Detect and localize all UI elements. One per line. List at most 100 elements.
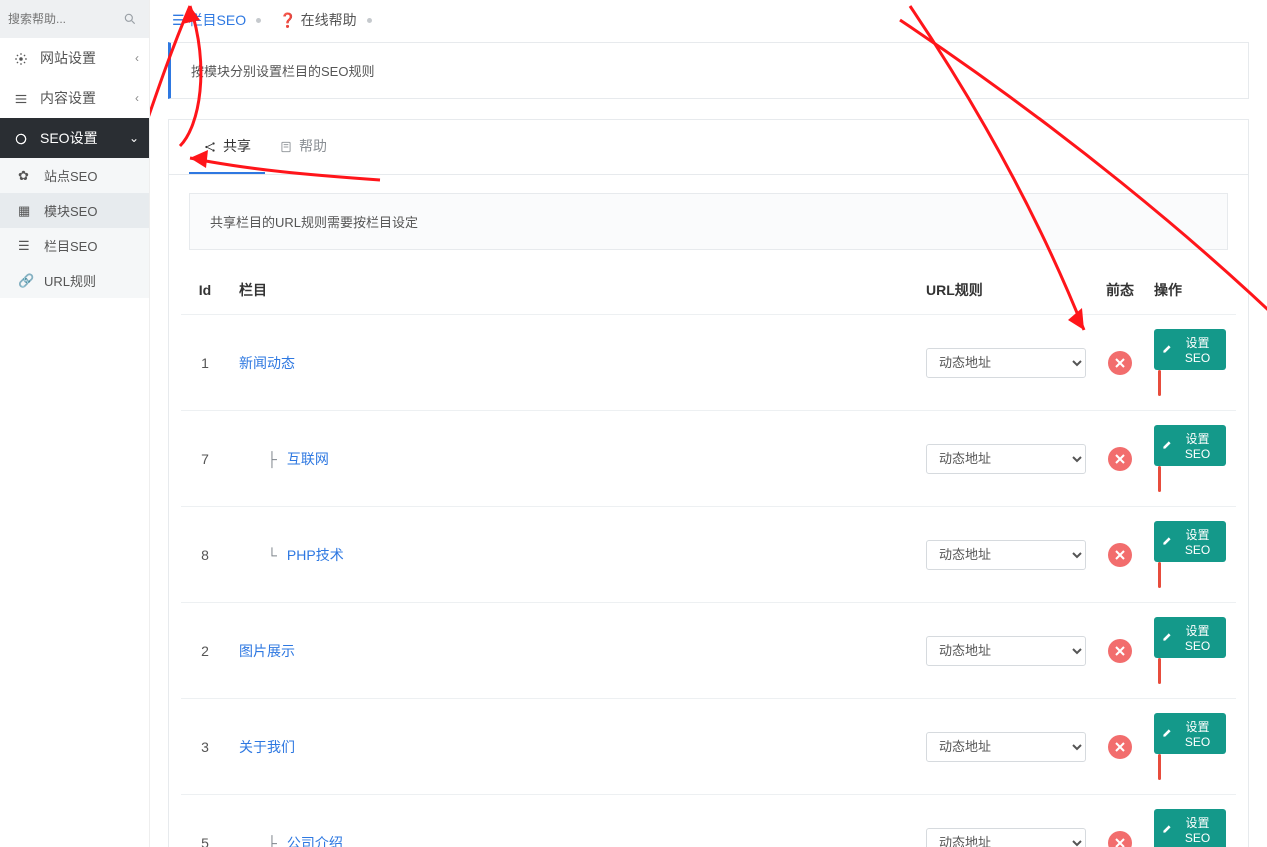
- grid-icon: ▦: [18, 203, 36, 219]
- subnav-url-rule[interactable]: 🔗 URL规则: [0, 263, 149, 298]
- sidebar-search: [0, 0, 149, 38]
- op-extra-indicator: [1158, 562, 1161, 588]
- cell-status: [1096, 411, 1144, 507]
- column-link[interactable]: 关于我们: [239, 739, 295, 755]
- content-card: 共享 帮助 共享栏目的URL规则需要按栏目设定 Id 栏目: [168, 119, 1249, 847]
- column-link[interactable]: PHP技术: [287, 547, 344, 563]
- set-seo-button[interactable]: 设置SEO: [1154, 809, 1226, 847]
- sidebar: 网站设置 ‹ 内容设置 ‹ SEO设置 ⌄ ✿ 站点SEO: [0, 0, 150, 847]
- tabs: 共享 帮助: [169, 120, 1248, 175]
- cell-status: [1096, 795, 1144, 847]
- url-rule-select[interactable]: 动态地址: [926, 636, 1086, 666]
- status-toggle[interactable]: [1108, 735, 1132, 759]
- cell-op: 设置SEO: [1144, 699, 1236, 795]
- nav-item-seo[interactable]: SEO设置 ⌄: [0, 118, 149, 158]
- tree-branch-icon: └: [267, 547, 277, 563]
- table-row: 3关于我们动态地址设置SEO: [181, 699, 1236, 795]
- edit-icon: [1162, 439, 1173, 453]
- panel-note-text: 共享栏目的URL规则需要按栏目设定: [210, 215, 418, 230]
- table-row: 7├互联网动态地址设置SEO: [181, 411, 1236, 507]
- cell-url-rule: 动态地址: [916, 315, 1096, 411]
- button-label: 设置SEO: [1177, 814, 1218, 845]
- set-seo-button[interactable]: 设置SEO: [1154, 617, 1226, 658]
- tab-share[interactable]: 共享: [189, 120, 265, 174]
- column-link[interactable]: 公司介绍: [287, 835, 343, 847]
- cell-op: 设置SEO: [1144, 603, 1236, 699]
- question-icon: ❓: [279, 12, 296, 29]
- tab-help[interactable]: 帮助: [265, 120, 341, 174]
- cell-url-rule: 动态地址: [916, 411, 1096, 507]
- crumb-dot: [367, 18, 372, 23]
- url-rule-select[interactable]: 动态地址: [926, 828, 1086, 847]
- crumb-dot: [256, 18, 261, 23]
- column-link[interactable]: 新闻动态: [239, 355, 295, 371]
- button-label: 设置SEO: [1177, 622, 1218, 653]
- cell-status: [1096, 603, 1144, 699]
- table-row: 5├公司介绍动态地址设置SEO: [181, 795, 1236, 847]
- ie-icon: [12, 130, 30, 146]
- subnav-label: 站点SEO: [44, 166, 97, 185]
- set-seo-button[interactable]: 设置SEO: [1154, 329, 1226, 370]
- cell-op: 设置SEO: [1144, 507, 1236, 603]
- nav-item-site[interactable]: 网站设置 ‹: [0, 38, 149, 78]
- button-label: 设置SEO: [1177, 334, 1218, 365]
- cell-status: [1096, 699, 1144, 795]
- subnav-module-seo[interactable]: ▦ 模块SEO: [0, 193, 149, 228]
- cell-id: 2: [181, 603, 229, 699]
- status-toggle[interactable]: [1108, 639, 1132, 663]
- op-extra-indicator: [1158, 754, 1161, 780]
- cell-url-rule: 动态地址: [916, 795, 1096, 847]
- set-seo-button[interactable]: 设置SEO: [1154, 425, 1226, 466]
- crumb-column-seo[interactable]: ☰ 栏目SEO: [172, 10, 246, 30]
- gear-icon: ✿: [18, 168, 36, 184]
- nav-item-label: SEO设置: [40, 128, 98, 148]
- th-id: Id: [181, 266, 229, 315]
- crumb-help[interactable]: ❓ 在线帮助: [279, 10, 356, 30]
- nav-item-label: 网站设置: [40, 48, 96, 68]
- url-rule-select[interactable]: 动态地址: [926, 732, 1086, 762]
- cell-id: 1: [181, 315, 229, 411]
- nav-item-content[interactable]: 内容设置 ‹: [0, 78, 149, 118]
- panel-note: 共享栏目的URL规则需要按栏目设定: [189, 193, 1228, 250]
- th-op: 操作: [1144, 266, 1236, 315]
- edit-icon: [1162, 823, 1173, 837]
- cell-id: 8: [181, 507, 229, 603]
- status-toggle[interactable]: [1108, 543, 1132, 567]
- status-toggle[interactable]: [1108, 447, 1132, 471]
- cell-column: └ PHP技术: [229, 507, 916, 603]
- subnav-site-seo[interactable]: ✿ 站点SEO: [0, 158, 149, 193]
- edit-icon: [1162, 631, 1173, 645]
- cell-column: 新闻动态: [229, 315, 916, 411]
- cell-op: 设置SEO: [1144, 795, 1236, 847]
- button-label: 设置SEO: [1177, 526, 1218, 557]
- crumb-label: 栏目SEO: [189, 10, 247, 30]
- url-rule-select[interactable]: 动态地址: [926, 540, 1086, 570]
- search-input[interactable]: [8, 6, 141, 32]
- edit-icon: [1162, 727, 1173, 741]
- edit-icon: [1162, 535, 1173, 549]
- link-icon: 🔗: [18, 273, 36, 289]
- subnav-column-seo[interactable]: ☰ 栏目SEO: [0, 228, 149, 263]
- info-alert: 按模块分别设置栏目的SEO规则: [168, 42, 1249, 99]
- cell-column: 关于我们: [229, 699, 916, 795]
- status-toggle[interactable]: [1108, 831, 1132, 847]
- url-rule-select[interactable]: 动态地址: [926, 444, 1086, 474]
- chevron-left-icon: ‹: [135, 91, 139, 105]
- alert-text: 按模块分别设置栏目的SEO规则: [191, 64, 374, 79]
- th-url: URL规则: [916, 266, 1096, 315]
- edit-icon: [1162, 343, 1173, 357]
- set-seo-button[interactable]: 设置SEO: [1154, 713, 1226, 754]
- chevron-left-icon: ‹: [135, 51, 139, 65]
- status-toggle[interactable]: [1108, 351, 1132, 375]
- column-link[interactable]: 图片展示: [239, 643, 295, 659]
- cell-status: [1096, 507, 1144, 603]
- subnav-label: URL规则: [44, 271, 96, 290]
- tree-branch-icon: ├: [267, 451, 277, 467]
- table-wrap: Id 栏目 URL规则 前态 操作 1新闻动态动态地址设置SEO7├互联网动态地…: [181, 266, 1236, 847]
- cell-url-rule: 动态地址: [916, 699, 1096, 795]
- url-rule-select[interactable]: 动态地址: [926, 348, 1086, 378]
- search-icon[interactable]: [123, 10, 137, 26]
- column-link[interactable]: 互联网: [287, 451, 329, 467]
- bars-icon: ☰: [18, 238, 36, 254]
- set-seo-button[interactable]: 设置SEO: [1154, 521, 1226, 562]
